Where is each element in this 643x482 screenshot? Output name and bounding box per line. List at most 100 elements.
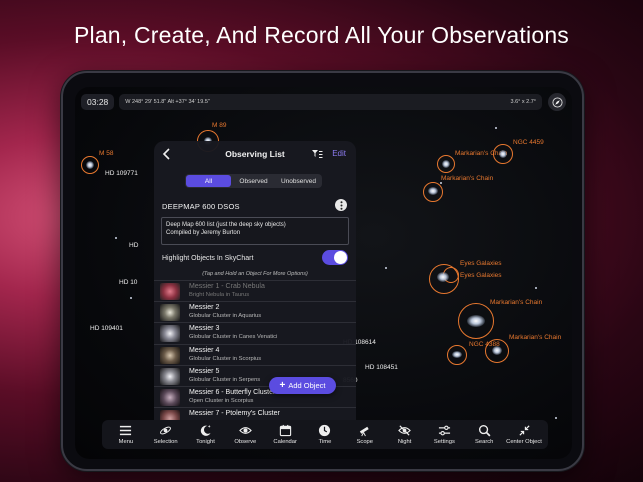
label-hd109771[interactable]: HD 109771: [105, 170, 138, 177]
galaxy-markarian-3: [467, 315, 485, 327]
coordinates-text: W 248° 29' 51.8" Alt +37° 34' 19.5": [125, 99, 210, 105]
toolbar-time[interactable]: Time: [305, 424, 345, 445]
fov-text: 3.6° x 2.7°: [510, 99, 537, 105]
toolbar-search[interactable]: Search: [464, 424, 504, 445]
bottom-toolbar: Menu Selection Tonight Observe Calendar …: [102, 420, 548, 449]
label-eyes-1[interactable]: Eyes Galaxies: [460, 260, 502, 267]
object-subtitle: Globular Cluster in Serpens: [189, 376, 261, 383]
label-hd108451[interactable]: HD 108451: [365, 364, 398, 371]
galaxy-m58: [86, 161, 94, 169]
toolbar-center-object[interactable]: Center Object: [504, 424, 544, 445]
toolbar-observe[interactable]: Observe: [225, 424, 265, 445]
add-object-button[interactable]: + Add Object: [269, 377, 336, 394]
object-name: Messier 7 - Ptolemy's Cluster: [189, 410, 280, 418]
toolbar-settings[interactable]: Settings: [425, 424, 465, 445]
highlight-toggle[interactable]: [322, 250, 348, 265]
observe-icon: [238, 427, 252, 434]
galaxy-ngc4459: [499, 150, 507, 158]
star: [115, 237, 117, 239]
label-m89[interactable]: M 89: [212, 122, 226, 129]
label-hd109401[interactable]: HD 109401: [90, 325, 123, 332]
toolbar-scope[interactable]: Scope: [345, 424, 385, 445]
star: [535, 287, 537, 289]
label-ngc4459[interactable]: NGC 4459: [513, 139, 544, 146]
list-item[interactable]: Messier 3 Globular Cluster in Canes Vena…: [154, 322, 356, 343]
settings-icon: [438, 425, 450, 436]
list-description-field[interactable]: Deep Map 600 list (just the deep sky obj…: [161, 217, 349, 245]
sky-chart-screen[interactable]: M 89 M 58 HD 109771 HD HD 10 HD 109401 H…: [75, 87, 572, 459]
label-ngc4388[interactable]: NGC 4388: [469, 341, 500, 348]
segment-observed[interactable]: Observed: [231, 175, 276, 187]
segment-unobserved[interactable]: Unobserved: [276, 175, 321, 187]
label-markarian-3[interactable]: Markarian's Chain: [490, 299, 542, 306]
list-item[interactable]: Messier 2 Globular Cluster in Aquarius: [154, 301, 356, 322]
tablet-frame: M 89 M 58 HD 109771 HD HD 10 HD 109401 H…: [61, 71, 584, 471]
star: [385, 267, 387, 269]
object-name: Messier 3: [189, 325, 220, 333]
star: [130, 297, 132, 299]
segment-all[interactable]: All: [186, 175, 231, 187]
compass-button[interactable]: [548, 93, 566, 111]
toggle-knob: [334, 251, 347, 264]
object-thumbnail: [160, 283, 180, 300]
toolbar-menu[interactable]: Menu: [106, 424, 146, 445]
toolbar-label: Menu: [118, 439, 134, 445]
calendar-icon: [279, 424, 291, 437]
description-line-2: Compiled by Jeremy Burton: [166, 230, 241, 236]
selection-icon: [160, 426, 172, 435]
tonight-icon: [200, 424, 211, 436]
time-icon: [319, 424, 331, 437]
object-thumbnail: [160, 346, 180, 364]
galaxy-eyes: [437, 272, 449, 282]
object-name: Messier 6 - Butterfly Cluster: [189, 388, 276, 396]
label-markarian-2[interactable]: Markarian's Chain: [441, 175, 493, 182]
label-m58[interactable]: M 58: [99, 150, 113, 157]
galaxy-markarian-1: [442, 160, 450, 168]
filter-segmented-control: All Observed Unobserved: [185, 174, 322, 188]
label-markarian-4[interactable]: Markarian's Chain: [509, 334, 561, 341]
object-subtitle: Open Cluster in Scorpius: [189, 397, 254, 404]
label-hd-10[interactable]: HD 10: [119, 279, 137, 286]
toolbar-night[interactable]: Night: [385, 424, 425, 445]
toolbar-label: Calendar: [273, 439, 297, 445]
coordinates-bar: W 248° 29' 51.8" Alt +37° 34' 19.5" 3.6°…: [119, 94, 542, 110]
panel-header: Observing List Edit: [154, 141, 356, 167]
add-object-label: Add Object: [288, 381, 326, 390]
star: [495, 127, 497, 129]
toolbar-label: Night: [397, 439, 412, 445]
object-name: Messier 5: [189, 367, 220, 375]
filter-sort-icon[interactable]: [311, 148, 323, 160]
toolbar-calendar[interactable]: Calendar: [265, 424, 305, 445]
back-icon[interactable]: [160, 146, 174, 162]
toolbar-tonight[interactable]: Tonight: [186, 424, 226, 445]
hint-text: (Tap and Hold an Object For More Options…: [202, 271, 308, 277]
list-item[interactable]: Messier 4 Globular Cluster in Scorpius: [154, 343, 356, 365]
object-thumbnail: [160, 367, 180, 385]
object-name: Messier 4: [189, 346, 220, 354]
center-object-icon: [518, 425, 530, 436]
toolbar-label: Settings: [433, 439, 455, 445]
more-icon: [340, 200, 342, 210]
star: [440, 182, 442, 184]
time-display[interactable]: 03:28: [81, 94, 115, 110]
toolbar-label: Scope: [356, 439, 373, 445]
toolbar-label: Center Object: [506, 439, 542, 445]
label-hd[interactable]: HD: [129, 242, 138, 249]
hero-title: Plan, Create, And Record All Your Observ…: [73, 22, 570, 48]
toolbar-label: Search: [475, 439, 494, 445]
object-name: Messier 1 - Crab Nebula: [189, 283, 265, 290]
plus-icon: +: [279, 380, 286, 391]
object-thumbnail: [160, 388, 180, 406]
object-subtitle: Globular Cluster in Canes Venatici: [189, 334, 278, 341]
scope-icon: [360, 426, 369, 437]
object-subtitle: Globular Cluster in Aquarius: [189, 313, 262, 320]
object-thumbnail: [160, 304, 180, 322]
toolbar-selection[interactable]: Selection: [146, 424, 186, 445]
star: [555, 417, 557, 419]
label-eyes-2[interactable]: Eyes Galaxies: [460, 272, 502, 279]
toolbar-label: Time: [318, 439, 332, 445]
toolbar-label: Observe: [234, 439, 257, 445]
edit-button[interactable]: Edit: [332, 149, 346, 158]
list-item[interactable]: Messier 1 - Crab Nebula Bright Nebula in…: [154, 280, 356, 301]
list-options-button[interactable]: [335, 199, 347, 211]
